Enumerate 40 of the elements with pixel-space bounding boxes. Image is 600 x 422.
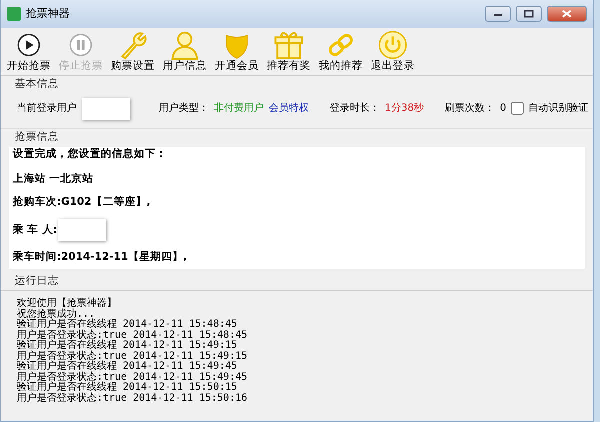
ticket-info-line: 设置完成，您设置的信息如下： xyxy=(13,148,168,160)
start-button[interactable]: 开始抢票 xyxy=(5,30,53,73)
duration-value: 1分38秒 xyxy=(385,102,424,116)
ticket-info-line: 乘车时间:2014-12-11【星期四】, xyxy=(13,252,188,264)
ticket-info-line: 上海站 一北京站 xyxy=(13,174,95,186)
blurred-field xyxy=(82,98,130,120)
section-title: 运行日志 xyxy=(14,274,60,288)
app-icon xyxy=(7,7,21,21)
power-icon xyxy=(377,30,409,60)
minimize-icon xyxy=(493,11,503,17)
section-title: 抢票信息 xyxy=(14,130,60,145)
gift-icon xyxy=(273,30,305,60)
minimize-button[interactable] xyxy=(485,6,511,22)
log-text: 欢迎使用【抢票神器】 祝您抢票成功... 验证用户是否在线线程 2014-12-11 15:48:45 用户是否登录状态:true 2014-12-11 15:48:45 验证用户是否在线线程 2014-12-11 15:49:15 用户是否登录状态:true 2014-12-11 15:49:15 验证用户是否在线线程 2014-12-11 15:49:45 用户是否登录状态:true 2014-12-11 15:49:45 验证用户是否在线线程 2014-12-11 15:50:15 用户是否登录状态:true 2014-12-11 15:50:16 xyxy=(17,299,249,404)
ticket-info-line: 乘 车 人: xyxy=(13,224,58,236)
toolbar-button[interactable]: 购票设置 xyxy=(109,30,157,73)
maximize-icon xyxy=(524,10,534,18)
maximize-button[interactable] xyxy=(516,6,542,22)
toolbar-button[interactable]: 退出登录 xyxy=(369,30,417,73)
close-button[interactable] xyxy=(547,6,587,22)
field-label: 登录时长： xyxy=(330,102,380,116)
checkbox[interactable] xyxy=(511,102,524,116)
person-icon xyxy=(169,30,201,60)
user-type-value: 非付费用户 xyxy=(214,102,264,116)
toolbar-button[interactable]: 用户信息 xyxy=(161,30,209,73)
section-title: 基本信息 xyxy=(14,77,60,92)
field-label: 当前登录用户 xyxy=(17,102,77,116)
field-label: 用户类型： xyxy=(159,102,209,116)
window-title: 抢票神器 xyxy=(26,6,70,22)
toolbar-button[interactable]: 推荐有奖 xyxy=(265,30,313,73)
toolbar-button: 停止抢票 xyxy=(57,30,105,73)
close-icon xyxy=(562,10,572,18)
count-value: 0 xyxy=(500,102,506,116)
field-label: 刷票次数： xyxy=(445,102,496,116)
checkbox-label[interactable]: 自动识别验证 xyxy=(528,101,588,116)
toolbar-button[interactable]: 我的推荐 xyxy=(317,30,365,73)
member-link[interactable]: 会员特权 xyxy=(269,101,309,116)
ticket-info-line: 抢购车次:G102【二等座】, xyxy=(13,196,152,208)
toolbar-button[interactable]: 开通会员 xyxy=(213,30,261,73)
blurred-field xyxy=(58,219,106,242)
